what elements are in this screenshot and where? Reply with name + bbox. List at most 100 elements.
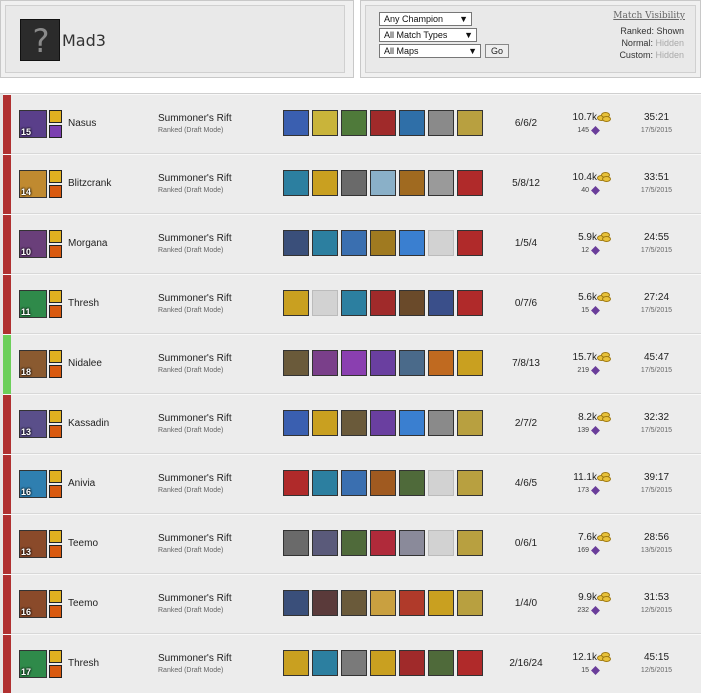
item-icon[interactable]: [283, 590, 309, 616]
item-icon[interactable]: [341, 170, 367, 196]
item-icon[interactable]: [428, 110, 454, 136]
item-icon[interactable]: [428, 410, 454, 436]
item-icon[interactable]: [457, 650, 483, 676]
match-row[interactable]: 16 Anivia Summoner's Rift Ranked (Draft Mod…: [3, 454, 701, 515]
champion-level: 14: [21, 187, 32, 197]
item-icon[interactable]: [428, 170, 454, 196]
item-icon[interactable]: [312, 170, 338, 196]
match-type-select[interactable]: All Match Types ▼: [379, 28, 477, 42]
champion-icon[interactable]: 17: [19, 650, 47, 678]
item-icon[interactable]: [428, 290, 454, 316]
item-icon[interactable]: [399, 530, 425, 556]
item-icon[interactable]: [283, 650, 309, 676]
item-icon[interactable]: [341, 410, 367, 436]
go-button[interactable]: Go: [485, 44, 509, 58]
item-icon[interactable]: [341, 110, 367, 136]
item-icon[interactable]: [312, 470, 338, 496]
ranked-value[interactable]: Shown: [656, 26, 684, 36]
item-icon[interactable]: [283, 410, 309, 436]
item-icon[interactable]: [457, 230, 483, 256]
game-duration: 32:32: [643, 412, 670, 423]
item-icon[interactable]: [370, 470, 396, 496]
champion-icon[interactable]: 14: [19, 170, 47, 198]
item-icon[interactable]: [341, 290, 367, 316]
item-icon[interactable]: [370, 530, 396, 556]
custom-value[interactable]: Hidden: [655, 50, 684, 60]
item-icon[interactable]: [283, 470, 309, 496]
item-icon[interactable]: [312, 110, 338, 136]
item-icon[interactable]: [399, 230, 425, 256]
item-icon[interactable]: [312, 530, 338, 556]
item-icon[interactable]: [399, 470, 425, 496]
item-icon[interactable]: [283, 170, 309, 196]
match-row[interactable]: 15 Nasus Summoner's Rift Ranked (Draft Mode…: [3, 94, 701, 155]
item-icon[interactable]: [370, 230, 396, 256]
item-icon[interactable]: [399, 590, 425, 616]
gold-coins-icon: [597, 352, 611, 362]
queue-type: Ranked (Draft Mode): [158, 547, 224, 554]
champion-icon[interactable]: 11: [19, 290, 47, 318]
champion-select[interactable]: Any Champion ▼: [379, 12, 472, 26]
item-icon[interactable]: [370, 590, 396, 616]
item-icon[interactable]: [428, 350, 454, 376]
match-row[interactable]: 16 Teemo Summoner's Rift Ranked (Draft Mode…: [3, 574, 701, 635]
item-icon[interactable]: [341, 590, 367, 616]
item-icon[interactable]: [341, 650, 367, 676]
match-row[interactable]: 10 Morgana Summoner's Rift Ranked (Draft Mo…: [3, 214, 701, 275]
item-icon[interactable]: [312, 230, 338, 256]
item-icon[interactable]: [457, 110, 483, 136]
item-icon[interactable]: [399, 410, 425, 436]
item-icon[interactable]: [370, 650, 396, 676]
item-icon[interactable]: [457, 590, 483, 616]
item-icon[interactable]: [457, 170, 483, 196]
item-icon[interactable]: [399, 170, 425, 196]
item-icon[interactable]: [399, 290, 425, 316]
item-icon[interactable]: [370, 170, 396, 196]
item-icon[interactable]: [341, 230, 367, 256]
champion-icon[interactable]: 16: [19, 590, 47, 618]
match-row[interactable]: 18 Nidalee Summoner's Rift Ranked (Draft Mo…: [3, 334, 701, 395]
item-icon[interactable]: [283, 110, 309, 136]
item-icon[interactable]: [312, 350, 338, 376]
match-visibility-link[interactable]: Match Visibility: [613, 11, 685, 21]
item-icon[interactable]: [283, 530, 309, 556]
match-row[interactable]: 17 Thresh Summoner's Rift Ranked (Draft Mod…: [3, 634, 701, 693]
item-icon[interactable]: [370, 410, 396, 436]
item-icon[interactable]: [312, 590, 338, 616]
item-icon[interactable]: [283, 230, 309, 256]
item-icon[interactable]: [370, 350, 396, 376]
item-icon[interactable]: [312, 650, 338, 676]
item-icon[interactable]: [457, 290, 483, 316]
champion-icon[interactable]: 18: [19, 350, 47, 378]
item-icon[interactable]: [428, 590, 454, 616]
champion-icon[interactable]: 10: [19, 230, 47, 258]
item-icon[interactable]: [341, 530, 367, 556]
kda: 0/6/1: [514, 538, 538, 549]
item-icon[interactable]: [399, 350, 425, 376]
match-row[interactable]: 13 Teemo Summoner's Rift Ranked (Draft Mode…: [3, 514, 701, 575]
item-icon[interactable]: [341, 470, 367, 496]
normal-visibility: Normal: Hidden: [621, 38, 684, 48]
champion-icon[interactable]: 13: [19, 530, 47, 558]
item-icon[interactable]: [399, 110, 425, 136]
item-icon[interactable]: [457, 530, 483, 556]
item-icon[interactable]: [457, 410, 483, 436]
match-row[interactable]: 11 Thresh Summoner's Rift Ranked (Draft Mod…: [3, 274, 701, 335]
item-icon[interactable]: [283, 350, 309, 376]
champion-icon[interactable]: 15: [19, 110, 47, 138]
item-icon[interactable]: [399, 650, 425, 676]
item-icon[interactable]: [341, 350, 367, 376]
item-icon[interactable]: [370, 110, 396, 136]
match-row[interactable]: 14 Blitzcrank Summoner's Rift Ranked (Draft…: [3, 154, 701, 215]
item-icon[interactable]: [312, 410, 338, 436]
match-row[interactable]: 13 Kassadin Summoner's Rift Ranked (Draft M…: [3, 394, 701, 455]
item-icon[interactable]: [283, 290, 309, 316]
item-icon[interactable]: [428, 650, 454, 676]
champion-icon[interactable]: 16: [19, 470, 47, 498]
item-icon[interactable]: [457, 350, 483, 376]
item-icon[interactable]: [370, 290, 396, 316]
item-icon[interactable]: [457, 470, 483, 496]
champion-icon[interactable]: 13: [19, 410, 47, 438]
map-select[interactable]: All Maps ▼: [379, 44, 481, 58]
normal-value[interactable]: Hidden: [655, 38, 684, 48]
